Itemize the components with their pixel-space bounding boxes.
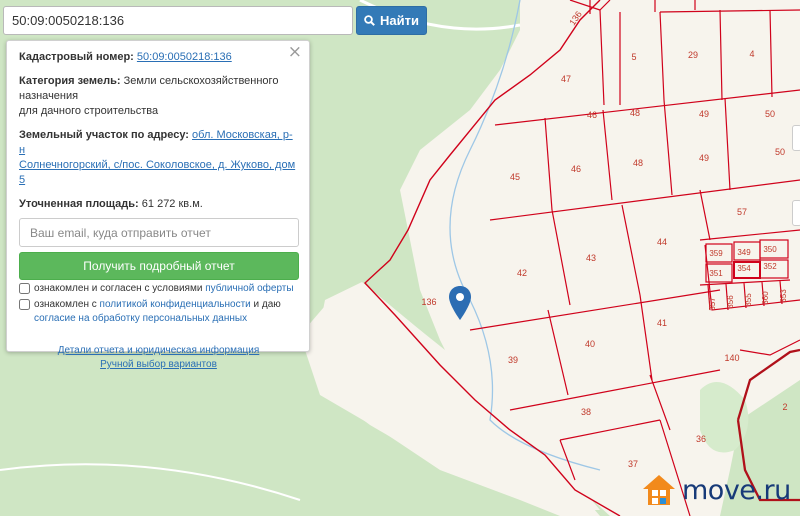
parcel-label-57: 57 <box>737 207 747 217</box>
report-details-link[interactable]: Детали отчета и юридическая информация <box>19 344 298 358</box>
parcel-label-46: 46 <box>587 110 597 120</box>
parcel-label-40: 40 <box>585 339 595 349</box>
parcel-info-panel: × Кадастровый номер: 50:09:0050218:136 К… <box>6 40 310 370</box>
area-label: Уточненная площадь: <box>19 198 139 210</box>
offer-consent-checkbox[interactable] <box>19 283 30 294</box>
parcel-label-2: 2 <box>782 402 787 412</box>
land-category-value-2: назначения <box>19 90 79 102</box>
cadastral-number-row: Кадастровый номер: 50:09:0050218:136 <box>19 50 298 65</box>
manual-selection-link[interactable]: Ручной выбор вариантов <box>19 358 298 372</box>
privacy-consent-label-2: и даю <box>250 299 281 310</box>
parcel-label-29: 29 <box>688 50 698 60</box>
logo-text: move.ru <box>682 474 791 506</box>
consent-offer-row: ознакомлен и согласен с условиями публич… <box>19 282 298 296</box>
land-category-value: Земли сельскохозяйственного <box>123 75 279 87</box>
data-processing-link[interactable]: согласие на обработку персональных данны… <box>34 313 247 324</box>
parcel-label-49: 49 <box>699 109 709 119</box>
parcel-label-46: 46 <box>571 164 581 174</box>
panel-footer-links: Детали отчета и юридическая информация Р… <box>19 344 298 372</box>
parcel-label-140: 140 <box>724 353 739 363</box>
parcel-label-50: 50 <box>765 109 775 119</box>
area-value: 61 272 кв.м. <box>141 198 203 210</box>
parcel-label-38: 38 <box>581 407 591 417</box>
search-button-label: Найти <box>380 13 419 28</box>
get-report-button[interactable]: Получить подробный отчет <box>19 252 299 280</box>
parcel-label-352: 352 <box>763 262 777 271</box>
parcel-label-359: 359 <box>709 249 723 258</box>
parcel-label-49: 49 <box>699 153 709 163</box>
cadastral-number-link[interactable]: 50:09:0050218:136 <box>137 51 232 63</box>
offer-consent-label: ознакомлен и согласен с условиями <box>34 283 206 294</box>
parcel-label-39: 39 <box>508 355 518 365</box>
privacy-consent-label: ознакомлен с <box>34 299 100 310</box>
parcel-label-36: 36 <box>696 434 706 444</box>
parcel-label-43: 43 <box>586 253 596 263</box>
parcel-label-349: 349 <box>737 248 751 257</box>
house-icon <box>643 475 675 505</box>
privacy-consent-text: ознакомлен с политикой конфиденциальност… <box>34 298 281 326</box>
parcel-label-355: 355 <box>744 293 753 307</box>
land-category-row: Категория земель: Земли сельскохозяйстве… <box>19 74 298 119</box>
public-offer-link[interactable]: публичной оферты <box>205 283 293 294</box>
consent-privacy-row: ознакомлен с политикой конфиденциальност… <box>19 298 298 326</box>
cadastral-search-input[interactable] <box>3 6 353 35</box>
parcel-label-47: 47 <box>561 74 571 84</box>
address-row: Земельный участок по адресу: обл. Москов… <box>19 128 298 188</box>
land-use-value: для дачного строительства <box>19 105 159 117</box>
area-row: Уточненная площадь: 61 272 кв.м. <box>19 197 298 212</box>
parcel-label-4: 4 <box>749 49 754 59</box>
parcel-label-360: 360 <box>761 291 770 305</box>
parcel-label-41: 41 <box>657 318 667 328</box>
parcel-label-351: 351 <box>709 269 723 278</box>
parcel-label-44: 44 <box>657 237 667 247</box>
close-icon[interactable]: × <box>288 44 302 61</box>
offer-consent-text: ознакомлен и согласен с условиями публич… <box>34 282 294 296</box>
privacy-consent-checkbox[interactable] <box>19 299 30 310</box>
parcel-label-350: 350 <box>763 245 777 254</box>
parcel-label-5: 5 <box>631 52 636 62</box>
cadastral-number-label: Кадастровый номер: <box>19 51 134 63</box>
parcel-label-353: 353 <box>779 289 788 303</box>
map-control-button[interactable] <box>792 200 800 226</box>
parcel-label-45: 45 <box>510 172 520 182</box>
email-field[interactable] <box>19 218 299 247</box>
parcel-label-42: 42 <box>517 268 527 278</box>
map-marker-icon[interactable] <box>449 286 471 320</box>
search-icon <box>364 15 375 26</box>
address-link-2[interactable]: Солнечногорский, с/пос. Соколовское, д. … <box>19 159 295 186</box>
parcel-label-357: 357 <box>708 297 717 311</box>
search-button[interactable]: Найти <box>356 6 427 35</box>
parcel-label-356: 356 <box>726 295 735 309</box>
parcel-label-48: 48 <box>633 158 643 168</box>
parcel-label-37: 37 <box>628 459 638 469</box>
parcel-label-136: 136 <box>421 297 436 307</box>
parcel-label-50: 50 <box>775 147 785 157</box>
move-ru-logo: move.ru <box>641 470 800 510</box>
land-category-label: Категория земель: <box>19 75 121 87</box>
parcel-label-48: 48 <box>630 108 640 118</box>
address-label: Земельный участок по адресу: <box>19 129 189 141</box>
privacy-policy-link[interactable]: политикой конфиденциальности <box>100 299 251 310</box>
parcel-label-354: 354 <box>737 264 751 273</box>
map-control-button[interactable] <box>792 125 800 151</box>
